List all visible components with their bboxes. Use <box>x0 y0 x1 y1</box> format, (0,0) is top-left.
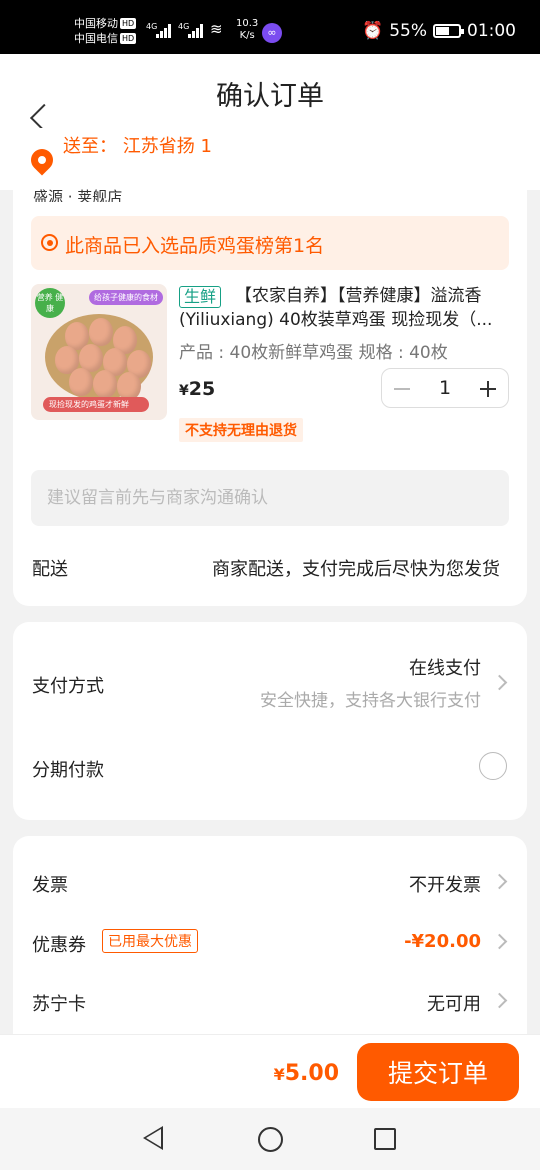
product-title[interactable]: 【农家自养】【营养健康】溢流香(Yiliuxiang) 40枚装草鸡蛋 现捡现发… <box>179 284 509 332</box>
payment-method-label: 支付方式 <box>32 676 104 697</box>
coupon-value: -¥20.00 <box>404 931 481 952</box>
total-value: 5.00 <box>284 1061 339 1086</box>
battery-icon <box>433 24 464 38</box>
product-price: ¥25 <box>179 378 215 400</box>
coupon-best-tag: 已用最大优惠 <box>102 929 198 953</box>
installment-radio[interactable] <box>479 752 507 780</box>
hd-badge: HD <box>120 18 137 29</box>
payment-method-sub: 安全快捷，支持各大银行支付 <box>260 691 481 711</box>
ranking-banner[interactable]: 此商品已入选品质鸡蛋榜第1名 <box>31 216 509 270</box>
store-name[interactable]: 盛源 · 荚舰店 <box>33 186 122 202</box>
ranking-text: 此商品已入选品质鸡蛋榜第1名 <box>65 235 325 257</box>
image-badge-kids: 给孩子健康的食材 <box>89 290 163 305</box>
increase-button[interactable] <box>476 377 500 401</box>
status-right: ⏰ 55% 01:00 <box>362 21 516 41</box>
decrease-button[interactable] <box>390 377 414 401</box>
checkout-bar: ¥5.00 提交订单 <box>0 1034 540 1108</box>
location-pin-icon <box>26 144 58 176</box>
quantity-stepper: 1 <box>381 368 509 408</box>
hd-badge: HD <box>120 33 137 44</box>
alarm-icon: ⏰ <box>362 21 384 41</box>
system-nav-bar <box>0 1108 540 1170</box>
ranking-icon <box>41 234 58 251</box>
status-bar: 中国移动 HD 中国电信 HD 4G 4G ≋ 10.3 K/s ∞ ⏰ 55% 0… <box>0 0 540 54</box>
net-speed: 10.3 K/s <box>236 18 258 42</box>
total-amount: ¥5.00 <box>274 1061 339 1086</box>
image-badge-fresh: 现捡现发的鸡蛋才新鲜 <box>43 397 149 412</box>
submit-order-button[interactable]: 提交订单 <box>357 1043 519 1101</box>
battery-percent: 55% <box>389 21 427 41</box>
nav-recent-apps-icon[interactable] <box>374 1128 396 1150</box>
address-bar[interactable]: 送至： 江苏省扬 1 <box>0 128 540 190</box>
suning-card-label: 苏宁卡 <box>32 994 86 1015</box>
payment-method-value: 在线支付 <box>409 658 481 679</box>
chevron-right-icon <box>491 933 508 950</box>
invoice-label: 发票 <box>32 875 68 896</box>
clock: 01:00 <box>467 21 516 41</box>
currency-symbol: ¥ <box>273 1065 285 1084</box>
chevron-right-icon <box>491 873 508 890</box>
wifi-icon: ≋ <box>210 20 223 38</box>
payment-card: 支付方式 在线支付 安全快捷，支持各大银行支付 分期付款 <box>13 622 527 820</box>
price-value: 25 <box>188 378 216 400</box>
fresh-tag: 生鲜 <box>179 286 222 308</box>
carrier-info: 中国移动 HD 中国电信 HD <box>74 16 137 46</box>
carrier-2: 中国电信 <box>74 32 118 45</box>
nav-back-icon[interactable] <box>143 1126 163 1150</box>
product-spec: 产品 : 40枚新鲜草鸡蛋 规格 : 40枚 <box>179 343 448 363</box>
carrier-1: 中国移动 <box>74 17 118 30</box>
nav-home-icon[interactable] <box>258 1127 283 1152</box>
chevron-right-icon <box>491 992 508 1009</box>
invoice-value: 不开发票 <box>409 875 481 896</box>
signal-icon <box>188 24 206 38</box>
delivery-value: 商家配送，支付完成后尽快为您发货 <box>212 559 500 580</box>
extras-card: 发票 不开发票 优惠券 已用最大优惠 -¥20.00 苏宁卡 无可用 <box>13 836 527 1056</box>
address-text: 送至： 江苏省扬 1 <box>63 136 212 157</box>
suning-card-value: 无可用 <box>427 994 481 1015</box>
app-notification-icon: ∞ <box>262 23 282 43</box>
speed-value: 10.3 <box>236 18 259 29</box>
coupon-label: 优惠券 <box>32 935 86 956</box>
installment-label: 分期付款 <box>32 760 104 781</box>
image-badge-health: 营养 健康 <box>35 288 65 318</box>
product-image[interactable]: 营养 健康 给孩子健康的食材 现捡现发的鸡蛋才新鲜 <box>31 284 167 420</box>
page-header: 确认订单 <box>0 54 540 128</box>
currency-symbol: ¥ <box>179 383 189 399</box>
no-return-badge: 不支持无理由退货 <box>179 418 303 442</box>
chevron-right-icon <box>491 674 508 691</box>
delivery-label: 配送 <box>32 559 68 580</box>
order-message-input[interactable] <box>31 470 509 526</box>
product-card: 盛源 · 荚舰店 此商品已入选品质鸡蛋榜第1名 营养 健康 给孩子健康的食材 现… <box>13 188 527 606</box>
quantity-value[interactable]: 1 <box>422 377 468 399</box>
speed-unit: K/s <box>239 30 255 41</box>
signal-icon <box>156 24 174 38</box>
page-title: 确认订单 <box>216 81 324 112</box>
